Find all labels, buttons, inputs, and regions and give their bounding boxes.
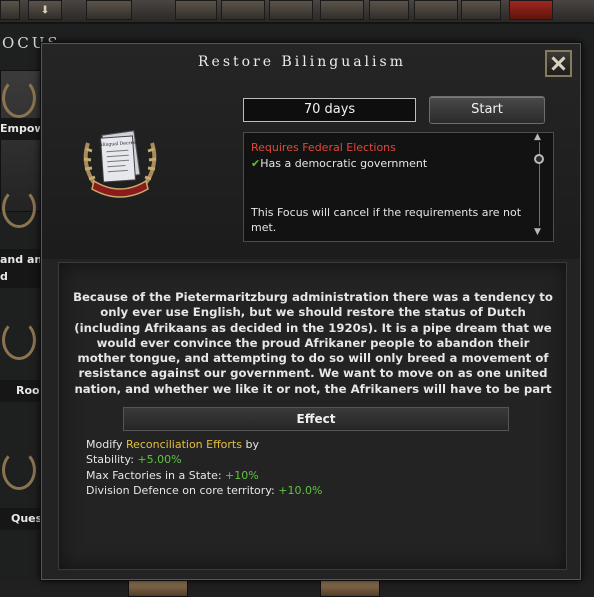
toolbar-intel-button[interactable]: [509, 0, 553, 20]
effect-header: Effect: [123, 407, 509, 431]
focus-dialog: Restore Bilingualism Bilingual Decree 70…: [41, 43, 581, 580]
effect-modify-line: Modify Reconciliation Efforts by: [86, 437, 322, 452]
requirement-condition: ✔Has a democratic government: [251, 156, 427, 171]
scrollbar-thumb[interactable]: [534, 154, 544, 164]
requirements-box: Requires Federal Elections ✔Has a democr…: [243, 132, 554, 242]
focus-title: Restore Bilingualism: [198, 54, 406, 70]
arrow-down-icon: ⬇: [40, 3, 50, 17]
toolbar-production-button[interactable]: [175, 0, 217, 20]
toolbar-decisions-button[interactable]: [461, 0, 501, 20]
effect-label: Max Factories in a State:: [86, 468, 226, 482]
focus-duration: 70 days: [243, 98, 416, 122]
effect-prefix: Modify: [86, 438, 126, 451]
effect-value: +5.00%: [137, 453, 182, 467]
focus-icon-bottom[interactable]: [128, 580, 188, 597]
effect-line: Max Factories in a State: +10%: [86, 468, 322, 483]
requirement-text: Has a democratic government: [260, 157, 428, 170]
toolbar-download-button[interactable]: ⬇: [28, 0, 62, 20]
laurel-icon: [2, 78, 36, 118]
bottom-strip: [0, 580, 594, 597]
effect-value: +10.0%: [278, 484, 323, 498]
effect-target[interactable]: Reconciliation Efforts: [126, 438, 242, 451]
toolbar-recruit-button[interactable]: [414, 0, 458, 20]
cancel-note: This Focus will cancel if the requiremen…: [251, 206, 522, 234]
focus-description: Because of the Pietermaritzburg administ…: [73, 290, 553, 396]
focus-icon-bottom[interactable]: [320, 580, 380, 597]
laurel-icon: [2, 188, 36, 228]
effect-label: Stability:: [86, 453, 138, 467]
focus-label: d: [0, 266, 42, 288]
top-toolbar: ⬇: [0, 0, 594, 24]
scroll-down-icon[interactable]: ▼: [534, 227, 541, 237]
close-button[interactable]: [545, 50, 572, 77]
description-panel: Because of the Pietermaritzburg administ…: [58, 262, 567, 570]
effect-line: Division Defence on core territory: +10.…: [86, 483, 322, 498]
toolbar-button[interactable]: [86, 0, 132, 20]
focus-label: Empow: [0, 118, 45, 140]
start-button[interactable]: Start: [429, 96, 545, 124]
bilingual-decree-icon: Bilingual Decree: [83, 130, 157, 198]
laurel-icon: [2, 320, 36, 360]
effect-label: Division Defence on core territory:: [86, 484, 279, 498]
toolbar-research-button[interactable]: [320, 0, 364, 20]
effect-value: +10%: [225, 468, 259, 482]
toolbar-trade-button[interactable]: [269, 0, 313, 20]
toolbar-construction-button[interactable]: [221, 0, 265, 20]
effects-list: Modify Reconciliation Efforts by Stabili…: [86, 437, 322, 499]
check-icon: ✔: [251, 157, 261, 170]
focus-label: Ques: [0, 508, 45, 530]
requirements-title: Requires Federal Elections: [251, 141, 396, 154]
laurel-icon: [2, 450, 36, 490]
toolbar-button[interactable]: [0, 0, 20, 20]
effect-line: Stability: +5.00%: [86, 452, 322, 467]
effect-suffix: by: [241, 438, 259, 451]
scroll-up-icon[interactable]: ▲: [534, 132, 541, 142]
toolbar-logistics-button[interactable]: [369, 0, 409, 20]
